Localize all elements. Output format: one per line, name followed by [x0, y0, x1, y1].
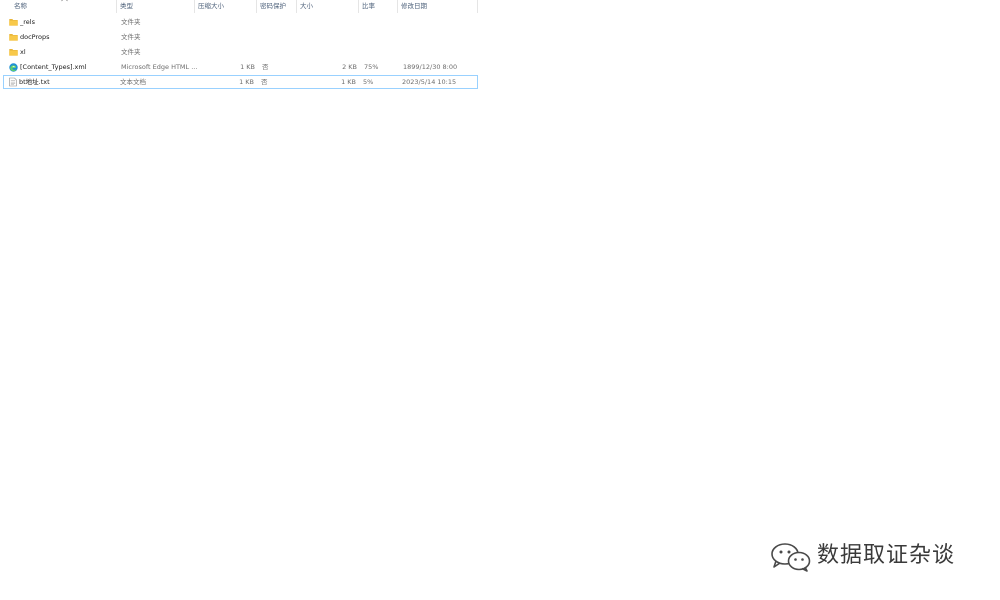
file-name: [Content_Types].xml	[20, 63, 87, 71]
file-packed-size: 1 KB	[239, 78, 254, 86]
file-name: docProps	[20, 33, 50, 41]
sort-ascending-icon	[61, 0, 68, 2]
watermark-text: 数据取证杂谈	[817, 543, 956, 568]
folder-icon	[9, 49, 18, 56]
file-type: 文件夹	[121, 33, 141, 41]
file-name: xl	[20, 48, 26, 56]
folder-icon	[9, 34, 18, 41]
file-row-xl[interactable]: xl 文件夹	[3, 45, 478, 59]
file-modified: 1899/12/30 8:00	[403, 63, 458, 71]
column-packed-size-header[interactable]: 压缩大小	[195, 0, 257, 13]
column-packed-size-label: 压缩大小	[198, 2, 224, 10]
column-ratio-header[interactable]: 比率	[359, 0, 398, 13]
watermark: 数据取证杂谈	[769, 540, 974, 572]
column-modified-header[interactable]: 修改日期	[398, 0, 478, 13]
file-name: _rels	[20, 18, 35, 26]
file-row-content-types[interactable]: [Content_Types].xml Microsoft Edge HTML …	[3, 60, 478, 74]
column-password-label: 密码保护	[260, 2, 286, 10]
column-password-header[interactable]: 密码保护	[257, 0, 297, 13]
file-modified: 2023/5/14 10:15	[402, 78, 457, 86]
file-password-protected: 否	[261, 78, 268, 86]
file-row-docprops[interactable]: docProps 文件夹	[3, 30, 478, 44]
file-name: bt地址.txt	[19, 78, 50, 86]
file-row-bt-address[interactable]: bt地址.txt 文本文档 1 KB 否 1 KB 5% 2023/5/14 1…	[3, 75, 478, 89]
file-type: 文件夹	[121, 18, 141, 26]
wechat-icon	[771, 543, 811, 572]
file-ratio: 75%	[364, 63, 379, 71]
column-size-label: 大小	[300, 2, 313, 10]
edge-icon	[9, 62, 18, 72]
file-password-protected: 否	[262, 63, 269, 71]
file-packed-size: 1 KB	[240, 63, 255, 71]
file-type: 文本文档	[120, 78, 146, 86]
column-type-label: 类型	[120, 2, 133, 10]
file-ratio: 5%	[363, 78, 374, 86]
file-row-rels[interactable]: _rels 文件夹	[3, 15, 478, 29]
column-type-header[interactable]: 类型	[117, 0, 195, 13]
file-list-view: 名称 类型 压缩大小 密码保护 大小 比率 修改日期 _rels 文件夹 doc…	[0, 0, 1000, 600]
column-name-label: 名称	[14, 2, 27, 10]
file-type: Microsoft Edge HTML ...	[121, 63, 197, 71]
file-size: 1 KB	[341, 78, 356, 86]
column-modified-label: 修改日期	[401, 2, 427, 10]
folder-icon	[9, 19, 18, 26]
file-type: 文件夹	[121, 48, 141, 56]
column-ratio-label: 比率	[362, 2, 375, 10]
file-size: 2 KB	[342, 63, 357, 71]
column-header: 名称 类型 压缩大小 密码保护 大小 比率 修改日期	[0, 0, 478, 13]
text-file-icon	[9, 77, 17, 87]
column-size-header[interactable]: 大小	[297, 0, 359, 13]
file-list: _rels 文件夹 docProps 文件夹 xl 文件夹 [Content_T…	[0, 15, 478, 90]
